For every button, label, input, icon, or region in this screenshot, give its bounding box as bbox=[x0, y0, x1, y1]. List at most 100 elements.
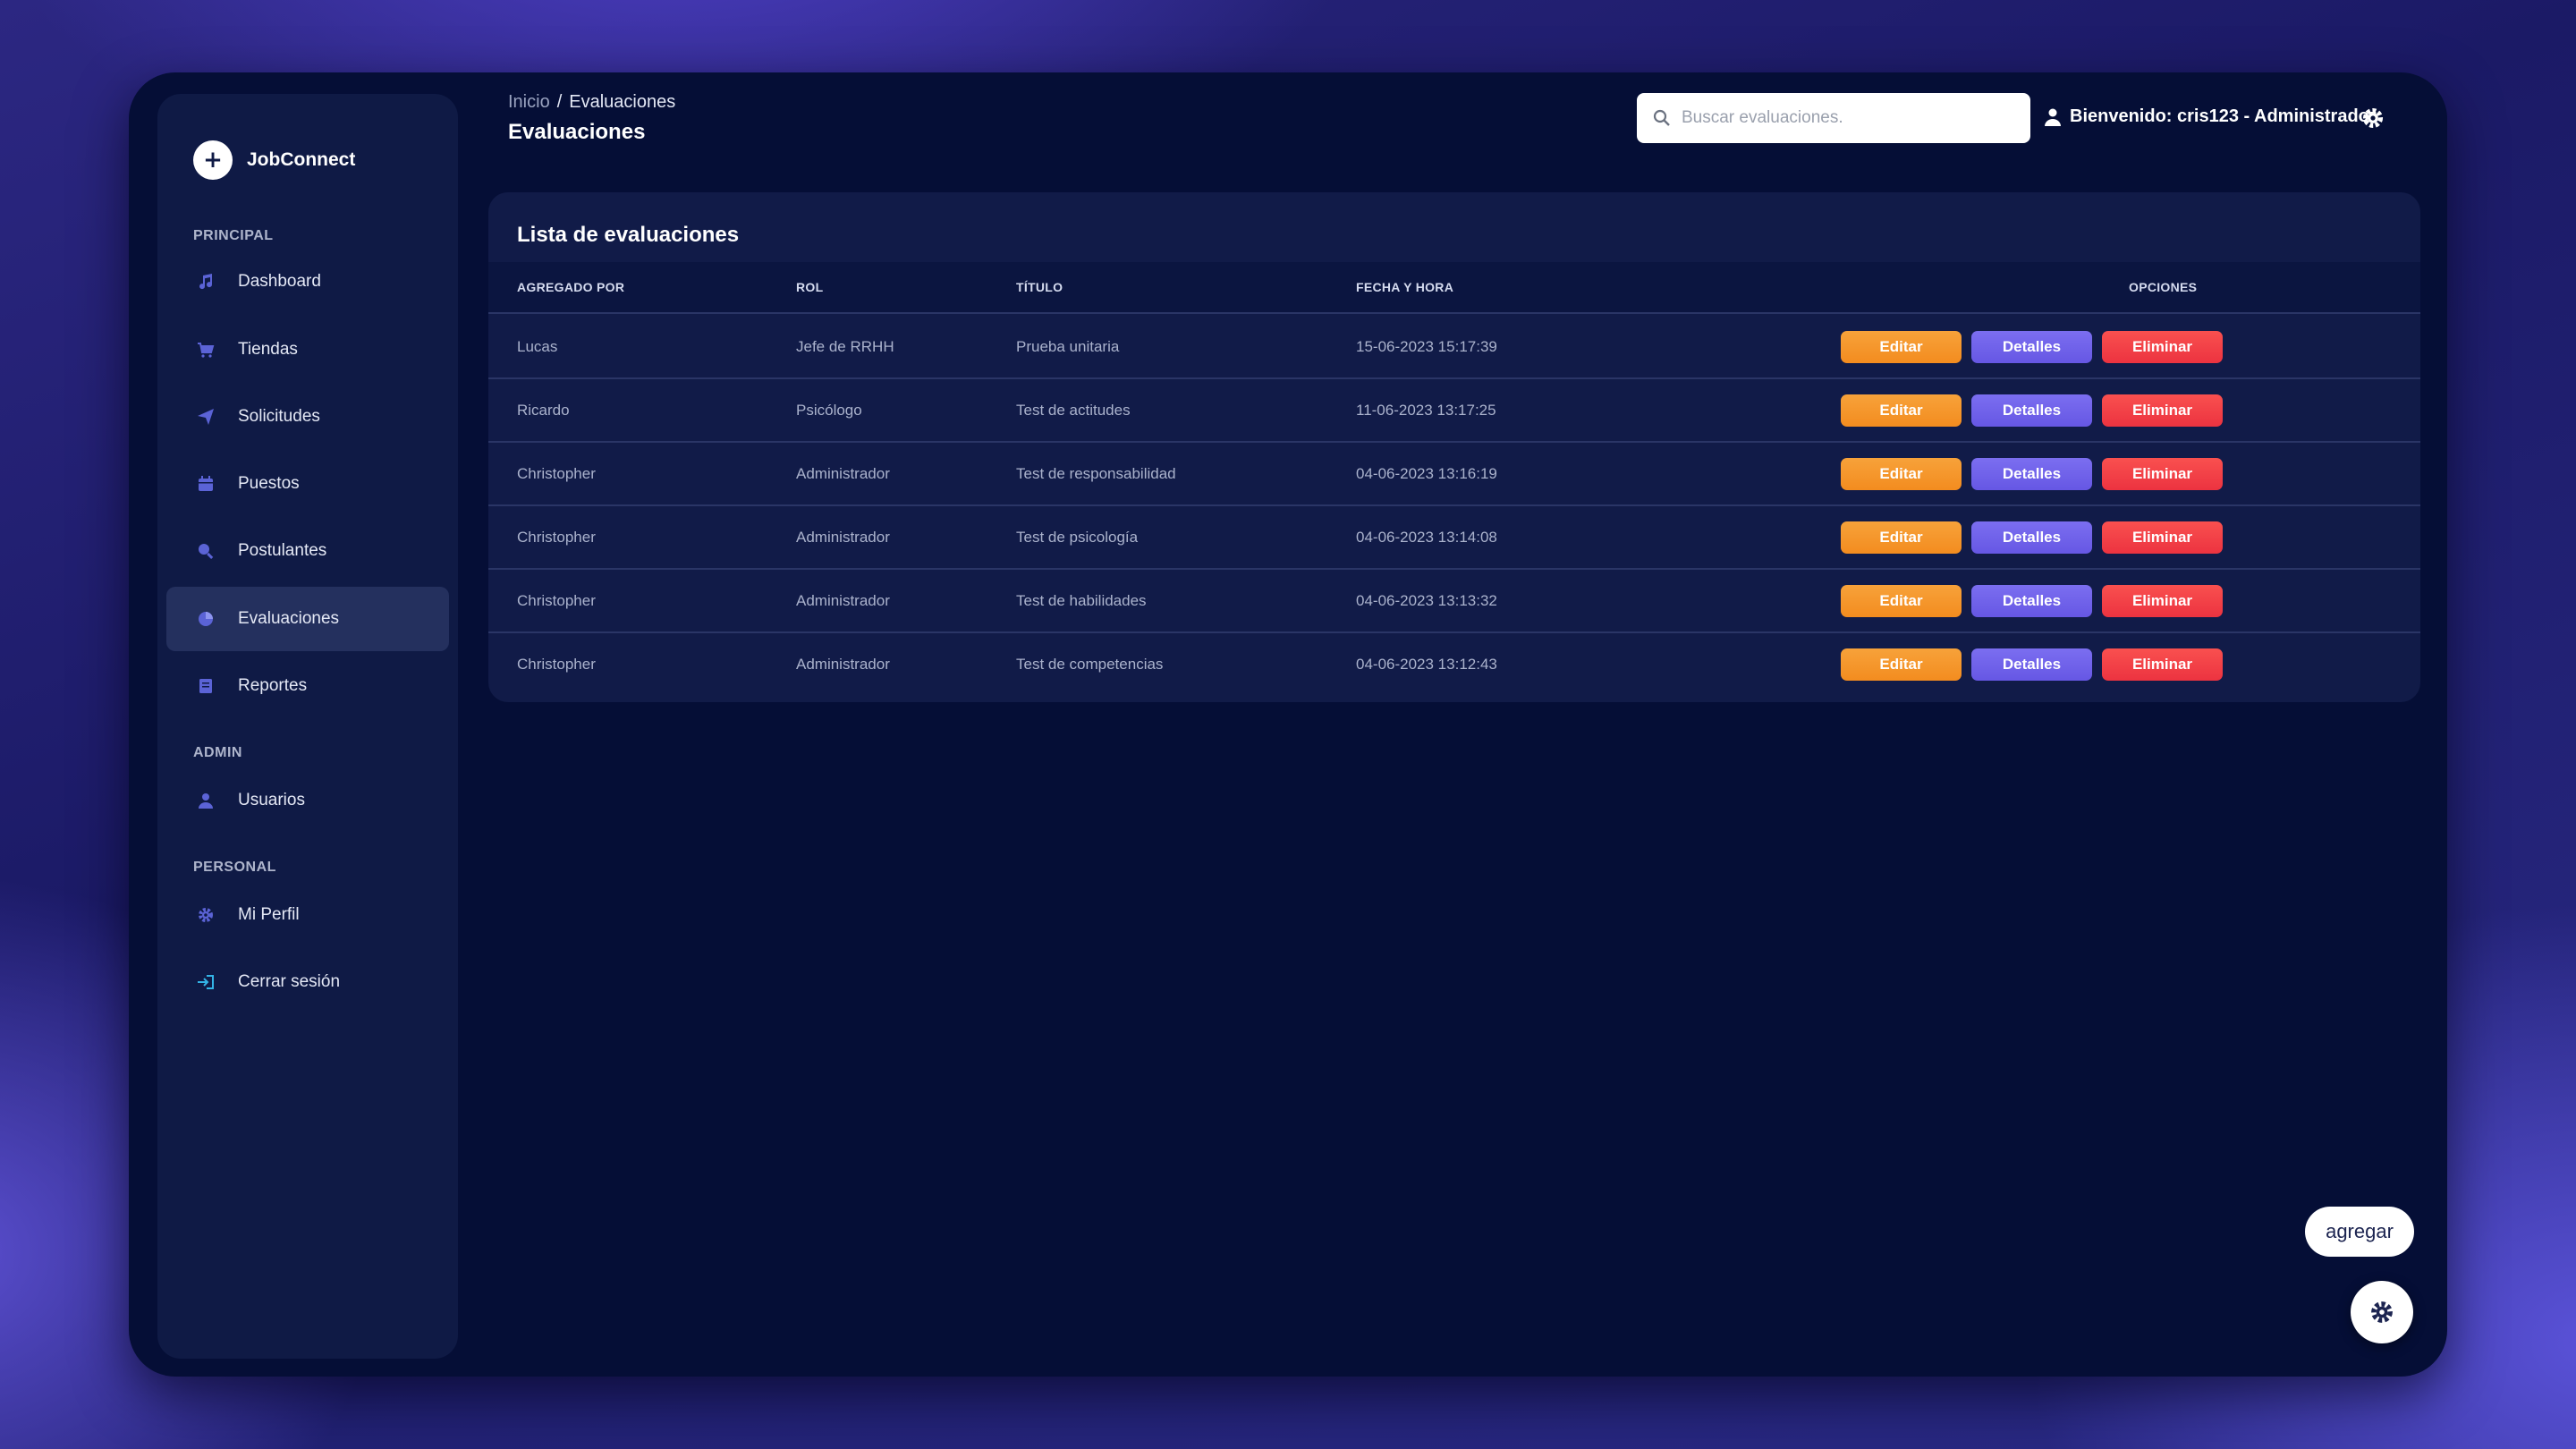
report-icon bbox=[195, 675, 216, 697]
sidebar-item-label: Solicitudes bbox=[238, 407, 320, 426]
sidebar-item-label: Puestos bbox=[238, 474, 300, 493]
cell-role: Jefe de RRHH bbox=[796, 338, 894, 355]
sidebar-item-label: Mi Perfil bbox=[238, 905, 300, 924]
delete-button[interactable]: Eliminar bbox=[2102, 331, 2223, 363]
cell-added-by: Christopher bbox=[517, 592, 596, 609]
sidebar-item-mi-perfil[interactable]: Mi Perfil bbox=[166, 883, 449, 947]
sidebar-item-evaluaciones[interactable]: Evaluaciones bbox=[166, 587, 449, 651]
section-title-personal: PERSONAL bbox=[193, 860, 276, 875]
cell-title: Test de habilidades bbox=[1016, 592, 1147, 609]
pie-chart-icon bbox=[195, 608, 216, 630]
edit-button[interactable]: Editar bbox=[1841, 521, 1962, 554]
delete-button[interactable]: Eliminar bbox=[2102, 521, 2223, 554]
delete-button[interactable]: Eliminar bbox=[2102, 458, 2223, 490]
sidebar-item-cerrar-sesion[interactable]: Cerrar sesión bbox=[166, 950, 449, 1014]
column-header-fecha: FECHA Y HORA bbox=[1356, 280, 1454, 294]
table-row: Lucas Jefe de RRHH Prueba unitaria 15-06-20… bbox=[488, 316, 2420, 379]
cell-added-by: Ricardo bbox=[517, 402, 570, 419]
brand-logo-icon: + bbox=[193, 140, 233, 180]
cell-role: Administrador bbox=[796, 529, 890, 546]
delete-button[interactable]: Eliminar bbox=[2102, 648, 2223, 681]
calendar-icon bbox=[195, 473, 216, 495]
details-button[interactable]: Detalles bbox=[1971, 394, 2092, 427]
cell-added-by: Christopher bbox=[517, 465, 596, 482]
evaluations-card: Lista de evaluaciones AGREGADO POR ROL T… bbox=[488, 192, 2420, 702]
sidebar-item-postulantes[interactable]: Postulantes bbox=[166, 519, 449, 583]
details-button[interactable]: Detalles bbox=[1971, 585, 2092, 617]
cell-added-by: Christopher bbox=[517, 656, 596, 673]
breadcrumb: Inicio / Evaluaciones bbox=[508, 92, 675, 113]
user-icon bbox=[2045, 108, 2061, 126]
sidebar-item-label: Reportes bbox=[238, 676, 308, 695]
column-header-titulo: TÍTULO bbox=[1016, 280, 1063, 294]
settings-gear-icon[interactable] bbox=[2361, 106, 2385, 130]
delete-button[interactable]: Eliminar bbox=[2102, 585, 2223, 617]
gear-icon bbox=[2371, 1301, 2393, 1323]
breadcrumb-current: Evaluaciones bbox=[569, 92, 676, 112]
delete-button[interactable]: Eliminar bbox=[2102, 394, 2223, 427]
sidebar-item-tiendas[interactable]: Tiendas bbox=[166, 318, 449, 382]
sidebar-item-label: Cerrar sesión bbox=[238, 972, 341, 991]
details-button[interactable]: Detalles bbox=[1971, 648, 2092, 681]
search-user-icon bbox=[195, 540, 216, 562]
add-button[interactable]: agregar bbox=[2305, 1207, 2414, 1257]
cell-datetime: 04-06-2023 13:13:32 bbox=[1356, 592, 1497, 609]
sidebar-item-usuarios[interactable]: Usuarios bbox=[166, 768, 449, 833]
section-title-principal: PRINCIPAL bbox=[193, 228, 274, 243]
column-header-rol: ROL bbox=[796, 280, 824, 294]
details-button[interactable]: Detalles bbox=[1971, 331, 2092, 363]
cell-title: Test de competencias bbox=[1016, 656, 1164, 673]
cell-datetime: 04-06-2023 13:12:43 bbox=[1356, 656, 1497, 673]
page-title: Evaluaciones bbox=[508, 120, 646, 144]
breadcrumb-separator: / bbox=[556, 92, 563, 112]
table-row: Christopher Administrador Test de habilida… bbox=[488, 570, 2420, 633]
cart-icon bbox=[195, 339, 216, 360]
sidebar-item-label: Postulantes bbox=[238, 541, 327, 560]
edit-button[interactable]: Editar bbox=[1841, 331, 1962, 363]
sidebar-item-label: Dashboard bbox=[238, 272, 321, 291]
details-button[interactable]: Detalles bbox=[1971, 458, 2092, 490]
edit-button[interactable]: Editar bbox=[1841, 585, 1962, 617]
cell-datetime: 04-06-2023 13:14:08 bbox=[1356, 529, 1497, 546]
table-row: Ricardo Psicólogo Test de actitudes 11-06-2… bbox=[488, 379, 2420, 443]
cell-title: Test de responsabilidad bbox=[1016, 465, 1176, 482]
sidebar-item-puestos[interactable]: Puestos bbox=[166, 452, 449, 516]
table-row: Christopher Administrador Test de responsa… bbox=[488, 443, 2420, 506]
table-row: Christopher Administrador Test de psicolog… bbox=[488, 506, 2420, 570]
welcome-user[interactable]: Bienvenido: cris123 - Administrador bbox=[2045, 106, 2377, 127]
sign-out-icon bbox=[195, 971, 216, 993]
search-box[interactable] bbox=[1637, 93, 2030, 143]
search-input[interactable] bbox=[1682, 108, 2004, 128]
cell-title: Prueba unitaria bbox=[1016, 338, 1120, 355]
sidebar-item-reportes[interactable]: Reportes bbox=[166, 654, 449, 718]
table-header: AGREGADO POR ROL TÍTULO FECHA Y HORA OPC… bbox=[488, 262, 2420, 314]
music-note-icon bbox=[195, 271, 216, 292]
cell-title: Test de psicología bbox=[1016, 529, 1139, 546]
cell-role: Administrador bbox=[796, 592, 890, 609]
sidebar-item-label: Usuarios bbox=[238, 791, 305, 809]
details-button[interactable]: Detalles bbox=[1971, 521, 2092, 554]
sidebar-item-solicitudes[interactable]: Solicitudes bbox=[166, 385, 449, 449]
edit-button[interactable]: Editar bbox=[1841, 648, 1962, 681]
gear-icon bbox=[195, 904, 216, 926]
brand[interactable]: + JobConnect bbox=[193, 140, 355, 180]
column-header-opciones: OPCIONES bbox=[2129, 280, 2198, 294]
settings-fab[interactable] bbox=[2351, 1281, 2413, 1343]
edit-button[interactable]: Editar bbox=[1841, 458, 1962, 490]
app-window: + JobConnect PRINCIPAL Dashboard Tiendas… bbox=[129, 72, 2447, 1377]
cell-added-by: Christopher bbox=[517, 529, 596, 546]
cell-title: Test de actitudes bbox=[1016, 402, 1131, 419]
brand-name: JobConnect bbox=[247, 149, 356, 170]
breadcrumb-home[interactable]: Inicio bbox=[508, 92, 550, 112]
user-icon bbox=[195, 790, 216, 811]
cell-role: Administrador bbox=[796, 465, 890, 482]
cell-added-by: Lucas bbox=[517, 338, 558, 355]
search-icon bbox=[1653, 109, 1670, 126]
sidebar-item-dashboard[interactable]: Dashboard bbox=[166, 250, 449, 314]
edit-button[interactable]: Editar bbox=[1841, 394, 1962, 427]
card-title: Lista de evaluaciones bbox=[517, 223, 740, 247]
welcome-text: Bienvenido: cris123 - Administrador bbox=[2070, 106, 2377, 126]
cell-role: Psicólogo bbox=[796, 402, 862, 419]
sidebar-item-label: Evaluaciones bbox=[238, 609, 340, 628]
paper-plane-icon bbox=[195, 406, 216, 428]
